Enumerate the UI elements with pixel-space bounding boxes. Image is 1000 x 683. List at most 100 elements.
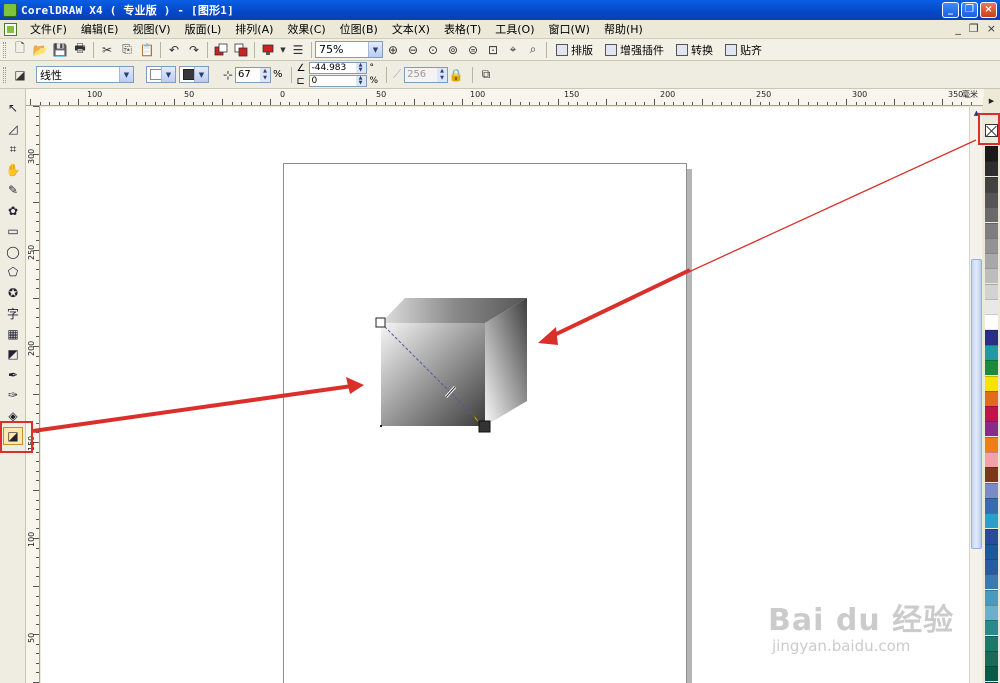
layout-button[interactable]: 排版 [550,42,599,58]
zoom-selected-icon[interactable]: ⊙ [423,41,443,59]
outline-tool-icon[interactable]: ✑ [3,386,23,404]
menu-text[interactable]: 文本(X) [385,21,437,37]
application-launcher-icon[interactable] [258,41,278,59]
doc-restore-button[interactable]: ❐ [969,22,979,35]
fill-presets-icon[interactable]: ◪ [10,66,30,84]
zoom-out-icon[interactable]: ⊖ [403,41,423,59]
menu-file[interactable]: 文件(F) [23,21,74,37]
palette-swatch[interactable] [985,497,998,513]
gradient-start-handle[interactable] [375,317,386,328]
palette-swatch[interactable] [985,207,998,223]
menu-help[interactable]: 帮助(H) [597,21,650,37]
zoom-in-icon[interactable]: ⊕ [383,41,403,59]
basic-shapes-tool-icon[interactable]: ✪ [3,284,23,302]
menu-tools[interactable]: 工具(O) [488,21,541,37]
save-icon[interactable]: 💾 [50,41,70,59]
palette-swatch[interactable] [985,329,998,345]
snap-button[interactable]: 贴齐 [719,42,768,58]
rectangle-tool-icon[interactable]: ▭ [3,222,23,240]
palette-swatch[interactable] [985,222,998,238]
palette-swatch[interactable] [985,650,998,666]
palette-swatch[interactable] [985,314,998,330]
palette-swatch[interactable] [985,543,998,559]
start-color-picker[interactable]: ▼ [146,66,176,83]
fill-type-combo[interactable]: 线性 ▼ [36,66,134,83]
palette-swatch[interactable] [985,146,998,161]
palette-swatch[interactable] [985,482,998,498]
palette-scroll-up-icon[interactable]: ▶ [986,97,997,107]
text-tool-icon[interactable]: 字 [3,304,23,322]
palette-swatch[interactable] [985,513,998,529]
menu-edit[interactable]: 编辑(E) [74,21,126,37]
export-icon[interactable] [231,41,251,59]
end-color-picker[interactable]: ▼ [179,66,209,83]
palette-swatch[interactable] [985,605,998,620]
eyedropper-tool-icon[interactable]: ✒ [3,366,23,384]
palette-swatch[interactable] [985,574,998,590]
steps-input[interactable]: 256 ▲ ▼ [404,66,449,83]
menu-view[interactable]: 视图(V) [125,21,177,37]
doc-minimize-button[interactable]: _ [955,22,961,35]
palette-swatch[interactable] [985,635,998,651]
table-tool-icon[interactable]: ▦ [3,325,23,343]
palette-swatch[interactable] [985,375,998,391]
launcher-dropdown-icon[interactable]: ▼ [278,41,288,59]
palette-swatch[interactable] [985,360,998,376]
zoom-height-icon[interactable]: ⌖ [503,41,523,59]
pick-tool-icon[interactable]: ↖ [3,99,23,117]
palette-swatch[interactable] [985,421,998,437]
lock-icon[interactable]: 🔒 [448,66,464,84]
palette-swatch[interactable] [985,406,998,422]
midpoint-input[interactable]: 67 ▲ ▼ [235,66,271,83]
chevron-down-icon[interactable]: ▼ [161,67,175,82]
close-button[interactable]: × [980,2,997,18]
pan-icon[interactable]: ⌕ [523,41,543,59]
restore-button[interactable]: ❐ [961,2,978,18]
polygon-tool-icon[interactable]: ⬠ [3,263,23,281]
welcome-screen-icon[interactable]: ☰ [288,41,308,59]
palette-swatch[interactable] [985,283,998,299]
edge-pad-input[interactable]: 0 ▲ ▼ [308,75,367,87]
open-icon[interactable]: 📂 [30,41,50,59]
property-bar-grip[interactable] [3,66,6,83]
palette-swatch[interactable] [985,620,998,636]
zoom-width-icon[interactable]: ⊡ [483,41,503,59]
menu-layout[interactable]: 版面(L) [178,21,229,37]
palette-swatch[interactable] [985,237,998,253]
smart-fill-tool-icon[interactable]: ✿ [3,202,23,220]
palette-swatch[interactable] [985,161,998,177]
interactive-effects-tool-icon[interactable]: ◩ [3,345,23,363]
palette-swatch[interactable] [985,559,998,575]
paste-icon[interactable]: 📋 [137,41,157,59]
vertical-ruler[interactable]: 300 250 200 150 100 50 [26,106,40,683]
horizontal-ruler[interactable]: 100 50 0 50 100 150 200 250 300 350 毫米 [26,89,984,106]
import-icon[interactable] [211,41,231,59]
minimize-button[interactable]: _ [942,2,959,18]
angle-input[interactable]: -44.983 ▲ ▼ [308,62,367,74]
ellipse-tool-icon[interactable]: ◯ [3,243,23,261]
palette-swatch[interactable] [985,344,998,360]
redo-icon[interactable]: ↷ [184,41,204,59]
chevron-down-icon[interactable]: ▼ [119,67,133,82]
toolbar-grip[interactable] [3,41,6,58]
palette-swatch[interactable] [985,467,998,483]
convert-button[interactable]: 转换 [670,42,719,58]
menu-table[interactable]: 表格(T) [437,21,488,37]
palette-swatch[interactable] [985,436,998,452]
chevron-down-icon[interactable]: ▼ [194,67,208,82]
enhance-plugin-button[interactable]: 增强插件 [599,42,670,58]
palette-swatch[interactable] [985,191,998,207]
palette-swatch[interactable] [985,390,998,406]
copy-fill-properties-icon[interactable]: ⧉ [476,66,496,84]
palette-swatch[interactable] [985,176,998,192]
vertical-scrollbar[interactable]: ▲ [969,107,982,683]
zoom-level-combo[interactable]: 75% ▼ [315,41,383,58]
gradient-end-handle[interactable] [478,420,491,433]
palette-swatch[interactable] [985,253,998,269]
menu-arrange[interactable]: 排列(A) [228,21,280,37]
menu-bitmaps[interactable]: 位图(B) [333,21,385,37]
doc-close-button[interactable]: × [987,22,996,35]
print-icon[interactable]: 🖶 [70,41,90,59]
palette-swatch[interactable] [985,528,998,544]
new-icon[interactable]: 🗋 [10,41,30,59]
